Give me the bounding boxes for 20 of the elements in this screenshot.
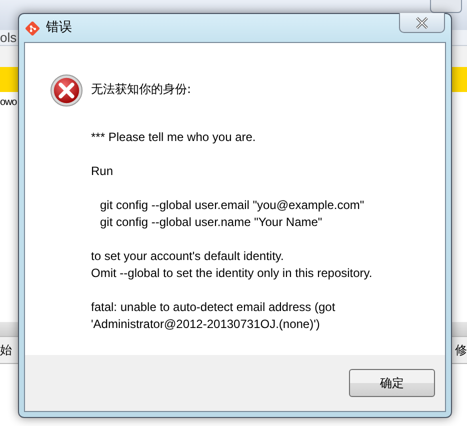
message-line: Run bbox=[91, 163, 114, 180]
error-icon bbox=[50, 74, 83, 107]
window-title: 错误 bbox=[46, 19, 72, 38]
minimize-button[interactable] bbox=[430, 0, 462, 13]
command-line: git config --global user.name "Your Name" bbox=[99, 214, 324, 231]
command-line: git config --global user.email "you@example.com" bbox=[99, 197, 366, 214]
tab-label[interactable]: ols bbox=[0, 28, 17, 48]
close-icon bbox=[414, 16, 430, 28]
footer-text: 修 bbox=[455, 342, 467, 359]
app-icon bbox=[25, 20, 40, 36]
message-line: to set your account's default identity. bbox=[91, 248, 285, 265]
message-line: fatal: unable to auto-detect email address (got bbox=[91, 299, 336, 316]
ok-button[interactable]: 确定 bbox=[349, 369, 435, 397]
message-line: Omit --global to set the identity only in this repository. bbox=[91, 265, 372, 282]
row-text: owo bbox=[0, 96, 17, 110]
message-line: 'Administrator@2012-20130731OJ.(none)') bbox=[91, 316, 321, 333]
error-heading: 无法获知你的身份: bbox=[91, 81, 192, 98]
footer-text: 始 bbox=[0, 342, 12, 359]
close-button[interactable] bbox=[399, 13, 445, 33]
message-line: *** Please tell me who you are. bbox=[91, 129, 257, 146]
